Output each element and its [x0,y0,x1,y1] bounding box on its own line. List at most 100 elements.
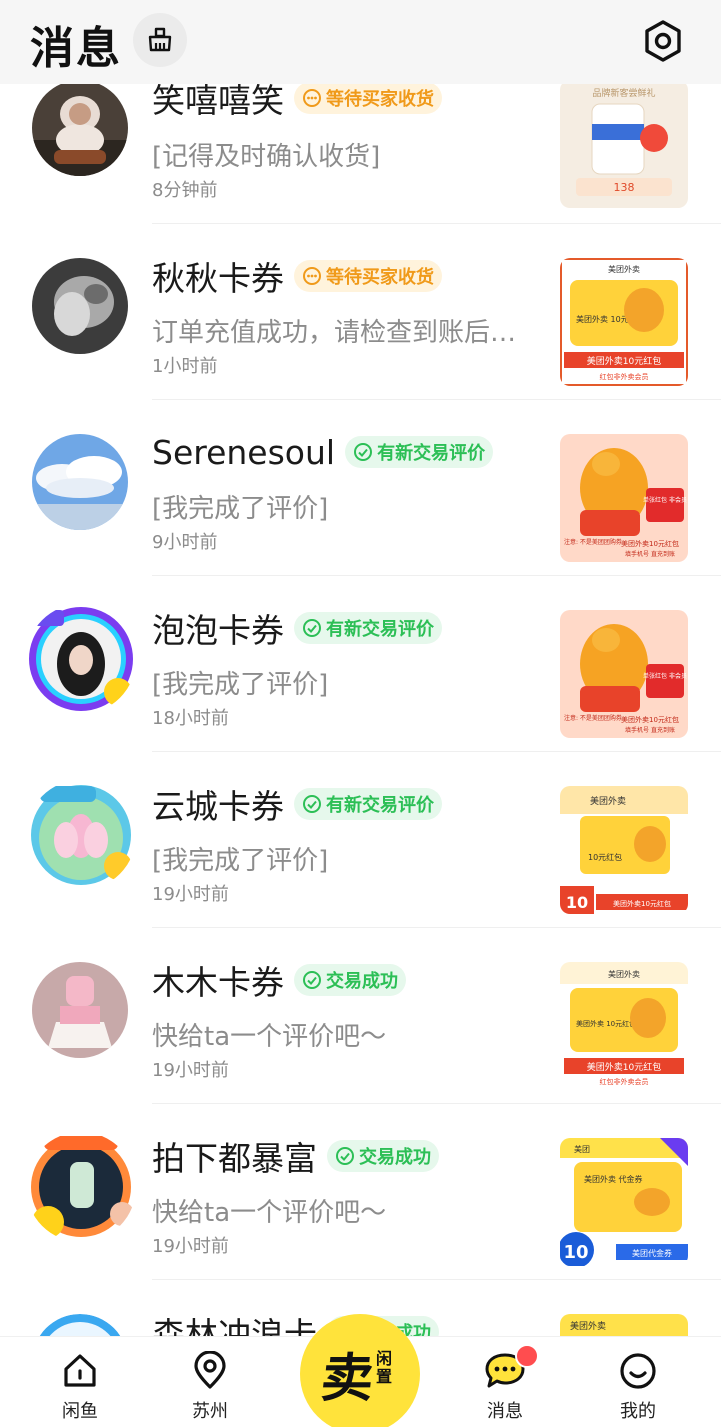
pending-dots-icon [303,267,321,285]
avatar[interactable] [26,604,136,714]
item-thumbnail[interactable]: 美团外卖 美团外卖 10元红包 美团外卖10元红包 红包非外卖会员 [560,962,688,1090]
conversation-row[interactable]: 泡泡卡券 有新交易评价 [我完成了评价] 18小时前 单张红包 非会员 注意: … [0,576,721,752]
message-time: 19小时前 [152,884,229,905]
thumb-footer: 美团代金券 [632,1248,672,1258]
avatar[interactable] [32,258,128,354]
message-time: 9小时前 [152,532,218,553]
status-badge-label: 等待买家收货 [326,89,434,110]
item-thumbnail[interactable]: 单张红包 非会员 注意: 不是美团团购券 美团外卖10元红包 填手机号 直充到账 [560,434,688,562]
status-badge: 交易成功 [294,964,406,996]
message-preview: 快给ta一个评价吧～ [152,1198,387,1228]
clean-unread-button[interactable] [133,13,187,67]
thumb-sub: 填手机号 直充到账 [625,550,675,558]
thumb-price: 10 [566,893,588,912]
message-preview: [我完成了评价] [152,494,329,524]
contact-name: 秋秋卡券 [152,259,284,298]
avatar[interactable] [26,780,136,890]
item-thumbnail[interactable]: 美团外卖 美团外卖 10元红包 美团外卖10元红包 红包非外卖会员 [560,258,688,386]
item-thumbnail[interactable]: 品牌新客尝鲜礼 138 [560,84,688,208]
contact-name: 笑嘻嘻笑 [152,84,284,120]
thumb-footer: 美团外卖10元红包 [587,1061,661,1073]
message-time: 18小时前 [152,708,229,729]
contact-name: 木木卡券 [152,963,284,1002]
thumb-warning: 单张红包 非会员 [643,496,687,504]
thumb-price: 138 [614,181,635,194]
settings-hexagon-icon [645,20,681,62]
broom-icon [148,27,172,52]
status-badge: 有新交易评价 [345,436,494,468]
nav-messages-label: 消息 [487,1401,523,1422]
status-badge: 等待买家收货 [294,260,442,292]
message-preview: [我完成了评价] [152,846,329,876]
avatar[interactable] [32,1314,128,1336]
item-thumbnail[interactable]: 美团外卖 10元红包 10 美团外卖10元红包 [560,786,688,914]
nav-me-label: 我的 [620,1401,656,1422]
avatar[interactable] [26,1132,136,1242]
conversation-row[interactable]: 笑嘻嘻笑 等待买家收货 [记得及时确认收货] 8分钟前 品牌新客尝鲜礼 138 [0,84,721,224]
conversation-row[interactable]: 拍下都暴富 交易成功 快给ta一个评价吧～ 19小时前 美团 美团外卖 代金券 … [0,1104,721,1280]
thumb-brand: 美团外卖 [608,969,640,979]
sell-idle-button[interactable]: 卖 闲置 [300,1314,420,1427]
thumb-note: 注意: 不是美团团购券 [564,714,622,722]
contact-name: 拍下都暴富 [152,1139,317,1178]
nav-home-label: 闲鱼 [62,1401,98,1422]
notification-dot [515,1344,539,1368]
check-circle-icon [354,443,373,461]
check-circle-icon [303,619,321,637]
nav-home[interactable]: 闲鱼 [40,1351,120,1423]
avatar[interactable] [32,962,128,1058]
status-badge-label: 有新交易评价 [326,795,434,816]
location-pin-icon [194,1351,226,1389]
conversation-list[interactable]: 笑嘻嘻笑 等待买家收货 [记得及时确认收货] 8分钟前 品牌新客尝鲜礼 138 [0,84,721,1336]
conversation-row[interactable]: Serenesoul 有新交易评价 [我完成了评价] 9小时前 单张红包 非会员… [0,400,721,576]
nav-city[interactable]: 苏州 [170,1351,250,1423]
nav-city-label: 苏州 [192,1401,228,1422]
thumb-card-text: 美团外卖 代金券 [584,1174,643,1184]
status-badge: 交易成功 [327,1140,439,1172]
conversation-row[interactable]: 木木卡券 交易成功 快给ta一个评价吧～ 19小时前 美团外卖 美团外卖 10元… [0,928,721,1104]
thumb-brand: 美团 [574,1144,590,1154]
thumb-sub: 红包非外卖会员 [600,372,649,381]
item-thumbnail[interactable]: 美团 美团外卖 代金券 10 美团代金券 [560,1138,688,1266]
thumb-sub: 红包非外卖会员 [600,1077,649,1086]
status-badge-label: 有新交易评价 [326,619,434,640]
status-badge-label: 等待买家收货 [326,267,434,288]
conversation-row[interactable]: 秋秋卡券 等待买家收货 订单充值成功，请检查到账后… 1小时前 美团外卖 美团外… [0,224,721,400]
message-preview: [我完成了评价] [152,670,329,700]
thumb-warning: 单张红包 非会员 [643,672,687,680]
top-header: 消息 [0,0,721,84]
page-title: 消息 [30,23,122,74]
conversation-row[interactable]: 云城卡券 有新交易评价 [我完成了评价] 19小时前 美团外卖 10元红包 10… [0,752,721,928]
status-badge: 等待买家收货 [294,84,442,114]
contact-name: 森林冲浪卡 [152,1315,317,1336]
sell-main-label: 卖 [318,1348,377,1409]
thumb-brand: 美团外卖 [570,1320,606,1332]
contact-name: Serenesoul [152,432,336,472]
settings-button[interactable] [638,16,688,66]
status-badge: 有新交易评价 [294,788,442,820]
smiley-face-icon [620,1353,656,1389]
avatar[interactable] [32,84,128,176]
nav-me[interactable]: 我的 [598,1351,678,1423]
avatar[interactable] [32,434,128,530]
status-badge: 有新交易评价 [294,612,442,644]
message-preview: 订单充值成功，请检查到账后… [152,318,517,348]
pending-dots-icon [303,89,321,107]
thumb-footer: 美团外卖10元红包 [621,539,679,548]
thumb-caption: 品牌新客尝鲜礼 [592,87,655,99]
message-time: 19小时前 [152,1060,229,1081]
status-badge-label: 交易成功 [326,971,398,992]
item-thumbnail[interactable]: 美团外卖 [560,1314,688,1336]
thumb-footer: 美团外卖10元红包 [613,899,671,908]
message-time: 8分钟前 [152,180,218,201]
message-time: 1小时前 [152,356,218,377]
message-preview: 快给ta一个评价吧～ [152,1022,387,1052]
thumb-note: 注意: 不是美团团购券 [564,538,622,546]
thumb-sub: 填手机号 直充到账 [625,726,675,734]
item-thumbnail[interactable]: 单张红包 非会员 注意: 不是美团团购券 美团外卖10元红包 填手机号 直充到账 [560,610,688,738]
check-circle-icon [303,971,321,989]
contact-name: 泡泡卡券 [152,611,284,650]
check-circle-icon [303,795,321,813]
status-badge-label: 有新交易评价 [377,443,486,464]
thumb-footer: 美团外卖10元红包 [587,355,661,367]
